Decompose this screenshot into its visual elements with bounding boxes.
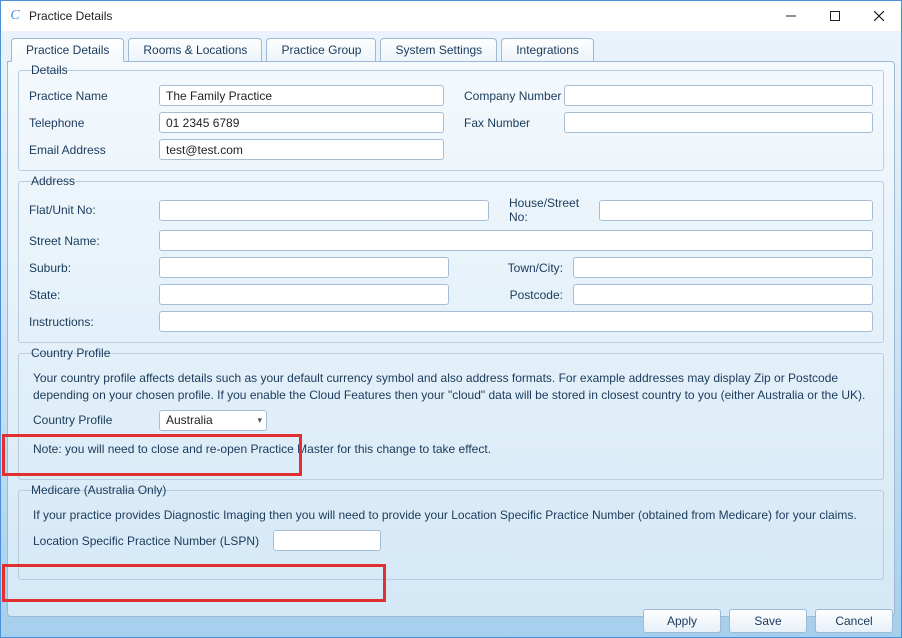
tab-practice-details[interactable]: Practice Details xyxy=(11,38,124,62)
legend-address: Address xyxy=(27,174,79,188)
label-fax: Fax Number xyxy=(444,116,564,130)
fax-input[interactable] xyxy=(564,112,873,133)
close-icon xyxy=(874,11,884,21)
label-flat: Flat/Unit No: xyxy=(29,203,159,217)
label-country-profile: Country Profile xyxy=(33,413,159,427)
label-lspn: Location Specific Practice Number (LSPN) xyxy=(33,534,273,548)
label-telephone: Telephone xyxy=(29,116,159,130)
app-icon: C xyxy=(7,8,23,24)
minimize-button[interactable] xyxy=(769,1,813,31)
group-country-profile: Country Profile Your country profile aff… xyxy=(18,353,884,480)
state-input[interactable] xyxy=(159,284,449,305)
apply-button[interactable]: Apply xyxy=(643,609,721,633)
legend-country: Country Profile xyxy=(27,346,114,360)
tab-practice-group[interactable]: Practice Group xyxy=(266,38,376,62)
suburb-input[interactable] xyxy=(159,257,449,278)
instructions-input[interactable] xyxy=(159,311,873,332)
tab-system-settings[interactable]: System Settings xyxy=(380,38,497,62)
label-email: Email Address xyxy=(29,143,159,157)
legend-medicare: Medicare (Australia Only) xyxy=(27,483,170,497)
label-postcode: Postcode: xyxy=(449,288,573,302)
tabpanel-practice-details: Details Practice Name Company Number Tel… xyxy=(7,61,895,617)
save-button[interactable]: Save xyxy=(729,609,807,633)
country-info-text: Your country profile affects details suc… xyxy=(33,370,873,404)
legend-details: Details xyxy=(27,63,72,77)
cancel-button[interactable]: Cancel xyxy=(815,609,893,633)
maximize-icon xyxy=(830,11,840,21)
label-instructions: Instructions: xyxy=(29,315,159,329)
titlebar: C Practice Details xyxy=(1,1,901,31)
label-town: Town/City: xyxy=(449,261,573,275)
close-button[interactable] xyxy=(857,1,901,31)
country-profile-value: Australia xyxy=(166,413,213,427)
footer: Apply Save Cancel xyxy=(643,609,893,633)
town-input[interactable] xyxy=(573,257,873,278)
company-number-input[interactable] xyxy=(564,85,873,106)
minimize-icon xyxy=(786,11,796,21)
flat-input[interactable] xyxy=(159,200,489,221)
country-profile-select[interactable]: Australia ▾ xyxy=(159,410,267,431)
label-street: Street Name: xyxy=(29,234,159,248)
chevron-down-icon: ▾ xyxy=(257,415,262,426)
practice-name-input[interactable] xyxy=(159,85,444,106)
label-house: House/Street No: xyxy=(489,196,599,224)
postcode-input[interactable] xyxy=(573,284,873,305)
tab-rooms-locations[interactable]: Rooms & Locations xyxy=(128,38,262,62)
medicare-info-text: If your practice provides Diagnostic Ima… xyxy=(33,507,873,524)
maximize-button[interactable] xyxy=(813,1,857,31)
email-input[interactable] xyxy=(159,139,444,160)
group-medicare: Medicare (Australia Only) If your practi… xyxy=(18,490,884,580)
label-suburb: Suburb: xyxy=(29,261,159,275)
group-address: Address Flat/Unit No: House/Street No: S… xyxy=(18,181,884,343)
tab-integrations[interactable]: Integrations xyxy=(501,38,594,62)
house-input[interactable] xyxy=(599,200,873,221)
tabstrip: Practice Details Rooms & Locations Pract… xyxy=(7,37,895,61)
country-note-text: Note: you will need to close and re-open… xyxy=(33,441,873,458)
label-company-number: Company Number xyxy=(444,89,564,103)
label-state: State: xyxy=(29,288,159,302)
group-details: Details Practice Name Company Number Tel… xyxy=(18,70,884,171)
window-title: Practice Details xyxy=(29,9,112,23)
telephone-input[interactable] xyxy=(159,112,444,133)
label-practice-name: Practice Name xyxy=(29,89,159,103)
lspn-input[interactable] xyxy=(273,530,381,551)
street-input[interactable] xyxy=(159,230,873,251)
